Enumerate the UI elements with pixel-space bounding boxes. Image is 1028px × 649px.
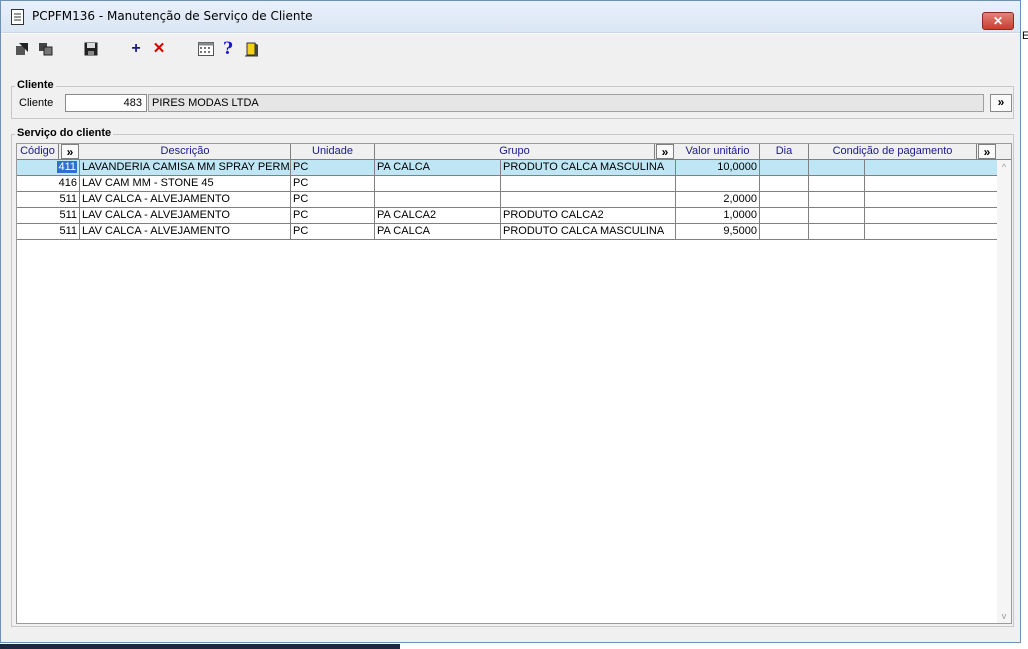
close-button[interactable]: ✕: [982, 12, 1014, 30]
cell-unidade: PC: [291, 192, 375, 207]
cell-extra: [865, 176, 998, 191]
cell-unidade: PC: [291, 224, 375, 239]
cell-dia: [760, 192, 809, 207]
cell-extra: [865, 224, 998, 239]
cell-dia: [760, 208, 809, 223]
table-row[interactable]: 416 LAV CAM MM - STONE 45 PC: [17, 176, 998, 192]
background-edge-text: E: [1022, 30, 1028, 42]
cell-codigo: 411: [17, 160, 80, 175]
cell-dia: [760, 160, 809, 175]
cell-descricao: LAV CAM MM - STONE 45: [80, 176, 291, 191]
cell-valor: 2,0000: [676, 192, 760, 207]
vertical-scrollbar[interactable]: ^ v: [997, 160, 1011, 623]
cell-grupo-descricao: PRODUTO CALCA2: [501, 208, 676, 223]
exit-icon[interactable]: [244, 41, 260, 57]
cell-descricao: LAV CALCA - ALVEJAMENTO: [80, 192, 291, 207]
navigate-icon[interactable]: [14, 41, 30, 57]
cell-grupo: [375, 192, 501, 207]
cell-valor: 1,0000: [676, 208, 760, 223]
cell-codigo: 511: [17, 208, 80, 223]
cliente-code-field[interactable]: 483: [65, 94, 147, 112]
cell-grupo: [375, 176, 501, 191]
cell-valor: [676, 176, 760, 191]
grid-rows: 411 LAVANDERIA CAMISA MM SPRAY PERMANENT…: [17, 160, 998, 240]
servico-group: Serviço do cliente Código » Descrição Un…: [11, 127, 1014, 627]
cliente-group-label: Cliente: [15, 79, 56, 91]
cell-grupo-descricao: PRODUTO CALCA MASCULINA: [501, 160, 676, 175]
cliente-field-label: Cliente: [19, 97, 54, 109]
scroll-up-icon[interactable]: ^: [999, 162, 1009, 172]
grupo-expand-button[interactable]: »: [656, 144, 674, 159]
cliente-name-field: PIRES MODAS LTDA: [148, 94, 984, 112]
main-window: PCPFM136 - Manutenção de Serviço de Clie…: [0, 0, 1021, 643]
cell-grupo: PA CALCA2: [375, 208, 501, 223]
col-header-dia[interactable]: Dia: [760, 144, 809, 159]
servico-grid[interactable]: Código » Descrição Unidade Grupo » Valor…: [16, 143, 1012, 624]
add-icon[interactable]: +: [128, 41, 144, 57]
cell-codigo: 511: [17, 192, 80, 207]
cell-unidade: PC: [291, 176, 375, 191]
cell-unidade: PC: [291, 160, 375, 175]
document-icon: [11, 9, 24, 25]
content-area: Cliente Cliente 483 PIRES MODAS LTDA » S…: [1, 64, 1020, 642]
table-row[interactable]: 411 LAVANDERIA CAMISA MM SPRAY PERMANENT…: [17, 160, 998, 176]
cell-valor: 9,5000: [676, 224, 760, 239]
table-row[interactable]: 511 LAV CALCA - ALVEJAMENTO PC PA CALCA2…: [17, 208, 998, 224]
cell-condicao: [809, 160, 865, 175]
cell-extra: [865, 192, 998, 207]
col-header-codigo[interactable]: Código: [17, 144, 59, 159]
col-header-unidade[interactable]: Unidade: [291, 144, 375, 159]
taskbar-strip: [0, 644, 400, 649]
cell-grupo-descricao: [501, 192, 676, 207]
delete-icon[interactable]: ✕: [151, 41, 167, 57]
cell-codigo: 511: [17, 224, 80, 239]
cell-grupo-descricao: [501, 176, 676, 191]
col-header-condicao[interactable]: Condição de pagamento: [809, 144, 977, 159]
cell-descricao: LAV CALCA - ALVEJAMENTO: [80, 224, 291, 239]
cell-codigo: 416: [17, 176, 80, 191]
cell-grupo: PA CALCA: [375, 160, 501, 175]
cell-condicao: [809, 208, 865, 223]
cell-descricao: LAV CALCA - ALVEJAMENTO: [80, 208, 291, 223]
scroll-down-icon[interactable]: v: [999, 611, 1009, 621]
title-bar[interactable]: PCPFM136 - Manutenção de Serviço de Clie…: [1, 1, 1020, 33]
cell-condicao: [809, 176, 865, 191]
calendar-icon[interactable]: [198, 41, 214, 57]
grid-header: Código » Descrição Unidade Grupo » Valor…: [17, 144, 1011, 160]
col-header-grupo[interactable]: Grupo: [375, 144, 655, 159]
cell-dia: [760, 176, 809, 191]
cell-valor: 10,0000: [676, 160, 760, 175]
col-header-valor[interactable]: Valor unitário: [676, 144, 760, 159]
cell-extra: [865, 208, 998, 223]
cliente-group: Cliente Cliente 483 PIRES MODAS LTDA »: [11, 79, 1014, 119]
cell-condicao: [809, 224, 865, 239]
save-icon[interactable]: [83, 41, 99, 57]
help-icon[interactable]: ?: [220, 41, 236, 58]
cell-grupo: PA CALCA: [375, 224, 501, 239]
cell-grupo-descricao: PRODUTO CALCA MASCULINA: [501, 224, 676, 239]
cell-dia: [760, 224, 809, 239]
cell-unidade: PC: [291, 208, 375, 223]
copy-icon[interactable]: [37, 41, 53, 57]
window-title: PCPFM136 - Manutenção de Serviço de Clie…: [32, 9, 313, 23]
table-row[interactable]: 511 LAV CALCA - ALVEJAMENTO PC PA CALCA …: [17, 224, 998, 240]
cell-extra: [865, 160, 998, 175]
condicao-expand-button[interactable]: »: [978, 144, 996, 159]
cell-descricao: LAVANDERIA CAMISA MM SPRAY PERMANENTE: [82, 160, 291, 175]
cell-condicao: [809, 192, 865, 207]
toolbar: + ✕ ?: [1, 34, 1020, 64]
table-row[interactable]: 511 LAV CALCA - ALVEJAMENTO PC 2,0000: [17, 192, 998, 208]
cliente-lookup-button[interactable]: »: [990, 94, 1012, 112]
codigo-expand-button[interactable]: »: [61, 144, 79, 159]
servico-group-label: Serviço do cliente: [15, 127, 114, 139]
col-header-descricao[interactable]: Descrição: [80, 144, 291, 159]
